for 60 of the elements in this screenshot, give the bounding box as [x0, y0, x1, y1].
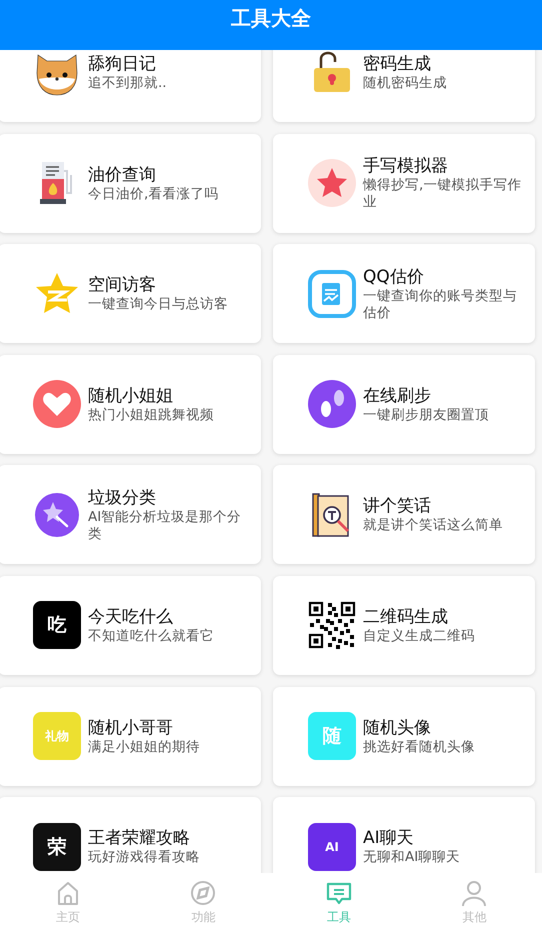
tool-card[interactable]: 二维码生成 自定义生成二维码 [273, 576, 535, 675]
tool-title: 油价查询 [88, 164, 157, 186]
tool-title: 垃圾分类 [88, 486, 157, 509]
tool-title: 空间访客 [88, 274, 157, 296]
tool-title: QQ估价 [363, 266, 425, 288]
tool-title: 二维码生成 [363, 606, 449, 628]
tool-title: 在线刷步 [363, 384, 432, 407]
tool-description: 就是讲个笑话这么简单 [363, 517, 503, 534]
tool-card[interactable]: 油价查询 今日油价,看看涨了吗 [0, 134, 261, 233]
tool-description: 懒得抄写,一键模拟手写作业 [363, 177, 522, 212]
tool-title: 王者荣耀攻略 [88, 827, 191, 850]
page-title: 工具大全 [231, 4, 311, 32]
tool-description: 热门小姐姐跳舞视频 [88, 406, 214, 424]
tool-title: 随机小姐姐 [88, 384, 174, 407]
magic-wand-icon [33, 490, 81, 539]
tool-card[interactable]: 随 随机头像 挑选好看随机头像 [273, 686, 535, 786]
tool-description: 一键查询你的账号类型与估价 [363, 288, 518, 322]
tool-card[interactable]: 舔狗日记 追不到那就.. [0, 50, 261, 122]
tool-description: 今日油价,看看涨了吗 [88, 186, 218, 203]
app-icon: 荣 [33, 822, 81, 871]
tool-description: 无聊和AI聊聊天 [363, 849, 460, 866]
tool-title: 讲个笑话 [363, 495, 432, 518]
tool-card[interactable]: 在线刷步 一键刷步朋友圈置顶 [273, 354, 535, 454]
person-icon [460, 878, 488, 906]
tool-card[interactable]: 空间访客 一键查询今日与总访客 [0, 244, 261, 344]
tool-description: 一键查询今日与总访客 [88, 296, 228, 314]
tool-card[interactable]: 荣 王者荣耀攻略 玩好游戏得看攻略 [0, 797, 261, 873]
tool-title: 今天吃什么 [88, 606, 174, 628]
qr-code-icon [308, 601, 356, 650]
tool-card[interactable]: AI AI聊天 无聊和AI聊聊天 [273, 797, 535, 873]
tool-card[interactable]: 讲个笑话 就是讲个笑话这么简单 [273, 465, 535, 564]
tool-title: AI聊天 [363, 827, 415, 850]
tool-description: 不知道吃什么就看它 [88, 628, 214, 645]
tool-card[interactable]: 礼物 随机小哥哥 满足小姐姐的期待 [0, 686, 261, 786]
app-icon: AI [308, 822, 356, 871]
tool-card[interactable]: 吃 今天吃什么 不知道吃什么就看它 [0, 576, 261, 675]
tool-title: 随机头像 [363, 716, 432, 739]
tool-description: AI智能分析垃圾是那个分类 [88, 508, 242, 543]
tool-description: 满足小姐姐的期待 [88, 738, 200, 756]
tool-description: 挑选好看随机头像 [363, 738, 475, 756]
tool-title: 手写模拟器 [363, 155, 449, 178]
tool-card[interactable]: 手写模拟器 懒得抄写,一键模拟手写作业 [273, 134, 535, 233]
tool-description: 追不到那就.. [88, 75, 167, 92]
footprints-icon [308, 380, 356, 428]
tool-card[interactable]: 垃圾分类 AI智能分析垃圾是那个分类 [0, 465, 261, 564]
tool-card[interactable]: 密码生成 随机密码生成 [273, 50, 535, 122]
app-icon: 随 [308, 712, 356, 760]
tool-title: 随机小哥哥 [88, 716, 174, 739]
tool-card[interactable]: QQ估价 一键查询你的账号类型与估价 [273, 244, 535, 344]
report-icon [308, 270, 356, 318]
tool-description: 玩好游戏得看攻略 [88, 849, 200, 866]
app-icon: 吃 [33, 601, 81, 650]
app-icon: 礼物 [33, 712, 81, 760]
tool-title: 密码生成 [363, 53, 432, 75]
tool-card[interactable]: 随机小姐姐 热门小姐姐跳舞视频 [0, 354, 261, 454]
tool-description: 一键刷步朋友圈置顶 [363, 406, 489, 424]
tool-description: 自定义生成二维码 [363, 628, 475, 645]
compass-icon [189, 878, 218, 906]
tool-title: 舔狗日记 [88, 53, 157, 75]
tool-description: 随机密码生成 [363, 75, 447, 92]
